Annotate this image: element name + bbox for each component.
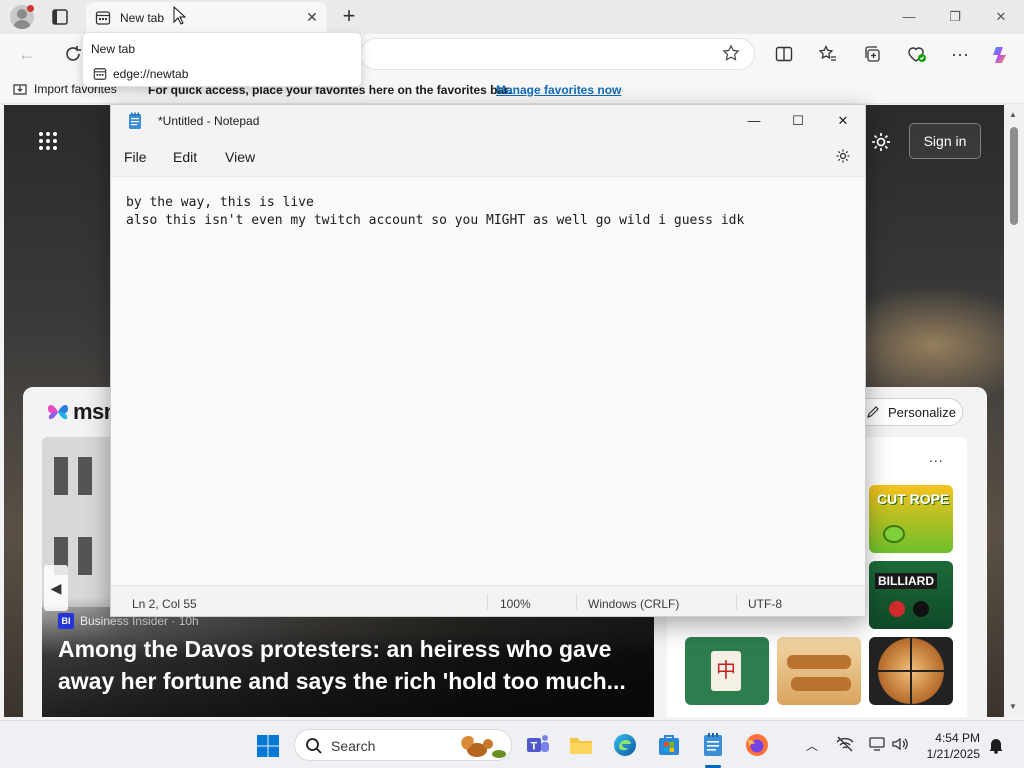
tab-preview-title: New tab	[91, 42, 136, 56]
manage-favorites-link[interactable]: Manage favorites now	[496, 83, 621, 97]
business-insider-logo: BI	[58, 613, 74, 629]
line-ending: Windows (CRLF)	[588, 597, 680, 611]
notepad-maximize-icon[interactable]: ☐	[787, 110, 809, 132]
article-headline[interactable]: Among the Davos protesters: an heiress w…	[58, 633, 638, 697]
refresh-icon[interactable]	[62, 43, 84, 65]
notepad-icon	[127, 112, 143, 135]
copilot-icon[interactable]	[990, 44, 1010, 64]
tab-strip: New tab ✕ + — ❐ ✕	[0, 0, 1024, 34]
notepad-window: *Untitled - Notepad — ☐ ✕ File Edit View…	[110, 104, 866, 617]
profile-notification-dot	[27, 5, 34, 12]
more-options-icon[interactable]: ···	[950, 44, 970, 64]
scroll-up-arrow-icon[interactable]: ▲	[1009, 110, 1017, 119]
zoom-level: 100%	[500, 597, 531, 611]
display-icon[interactable]	[868, 735, 886, 753]
game-tile-mahjong[interactable]: 中	[685, 637, 769, 705]
pencil-icon	[867, 406, 879, 418]
browser-essentials-icon[interactable]	[906, 44, 926, 64]
encoding: UTF-8	[748, 597, 782, 611]
personalize-label: Personalize	[888, 404, 956, 420]
notepad-taskbar-icon[interactable]	[700, 732, 726, 758]
mouse-cursor-icon	[173, 5, 187, 31]
close-icon[interactable]: ✕	[990, 6, 1012, 28]
scroll-down-arrow-icon[interactable]: ▼	[1009, 702, 1017, 711]
menu-view[interactable]: View	[225, 149, 255, 165]
volume-icon[interactable]	[891, 735, 909, 753]
edge-icon[interactable]	[612, 732, 638, 758]
split-screen-icon[interactable]	[774, 44, 794, 64]
tab-title: New tab	[120, 11, 165, 25]
notepad-status-bar: Ln 2, Col 55 100% Windows (CRLF) UTF-8	[111, 585, 865, 616]
msn-logo[interactable]: msn	[45, 399, 117, 425]
restore-icon[interactable]: ❐	[944, 6, 966, 28]
favorites-icon[interactable]	[818, 44, 838, 64]
clock-time[interactable]: 4:54 PM	[934, 731, 980, 745]
tab-preview-url-text: edge://newtab	[113, 67, 189, 81]
menu-file[interactable]: File	[124, 149, 147, 165]
msn-butterfly-icon	[47, 405, 69, 420]
newtab-icon	[95, 10, 111, 31]
notepad-titlebar[interactable]: *Untitled - Notepad — ☐ ✕	[111, 105, 865, 137]
tab-preview-url: edge://newtab	[93, 67, 188, 81]
network-offline-icon[interactable]	[836, 735, 854, 753]
carousel-previous-button[interactable]: ◀	[44, 565, 68, 611]
teams-icon[interactable]: T	[525, 732, 551, 758]
windows-start-icon[interactable]	[256, 734, 280, 758]
microsoft-store-icon[interactable]	[656, 732, 682, 758]
show-hidden-icons-chevron-icon[interactable]: ︿	[806, 737, 818, 754]
notepad-minimize-icon[interactable]: —	[743, 110, 765, 132]
taskbar-search-box[interactable]: Search	[294, 729, 512, 761]
clock-date[interactable]: 1/21/2025	[920, 747, 980, 761]
taskbar: Search T ︿ 4:54 PM 1/21/2025	[0, 720, 1024, 768]
firefox-icon[interactable]	[744, 732, 770, 758]
personalize-button[interactable]: Personalize	[853, 398, 963, 426]
notepad-close-icon[interactable]: ✕	[832, 110, 854, 132]
notification-bell-icon[interactable]	[988, 736, 1004, 759]
cursor-position: Ln 2, Col 55	[132, 597, 197, 611]
sign-in-button[interactable]: Sign in	[909, 123, 981, 159]
page-scrollbar[interactable]: ▲ ▼	[1004, 105, 1024, 717]
search-icon	[305, 737, 323, 760]
file-explorer-icon[interactable]	[568, 732, 594, 758]
game-tile-wood-nuts[interactable]	[777, 637, 861, 705]
back-arrow-icon[interactable]: ←	[18, 44, 36, 65]
notepad-title: *Untitled - Notepad	[158, 114, 260, 128]
search-placeholder: Search	[331, 738, 376, 754]
apps-grid-icon[interactable]	[38, 131, 58, 151]
menu-edit[interactable]: Edit	[173, 149, 197, 165]
tab-hover-preview: New tab edge://newtab	[82, 32, 362, 87]
minimize-icon[interactable]: —	[898, 6, 920, 28]
tab-actions-icon[interactable]	[50, 7, 70, 27]
game-tile-cut-the-rope[interactable]: CUT ROPE	[869, 485, 953, 553]
tab-new-tab[interactable]: New tab ✕	[86, 2, 327, 34]
favorite-star-icon[interactable]	[722, 44, 740, 67]
search-highlight-squirrel-icon	[455, 732, 509, 760]
newtab-icon	[93, 68, 107, 80]
scrollbar-thumb[interactable]	[1010, 127, 1018, 225]
notepad-menubar: File Edit View	[111, 137, 865, 177]
game-tile-8-ball-billiard[interactable]: BILLIARD	[869, 561, 953, 629]
tab-close-icon[interactable]: ✕	[304, 9, 320, 25]
import-icon	[13, 84, 27, 95]
address-bar[interactable]	[360, 38, 755, 70]
game-tile-deer-hunter[interactable]	[869, 637, 953, 705]
notepad-text-area[interactable]: by the way, this is live also this isn't…	[111, 178, 865, 584]
page-settings-gear-icon[interactable]	[870, 131, 892, 158]
new-tab-button[interactable]: +	[338, 5, 360, 27]
notepad-settings-gear-icon[interactable]	[835, 148, 851, 167]
svg-text:T: T	[531, 741, 538, 753]
collections-icon[interactable]	[862, 44, 882, 64]
games-more-options-icon[interactable]: ...	[929, 449, 944, 465]
